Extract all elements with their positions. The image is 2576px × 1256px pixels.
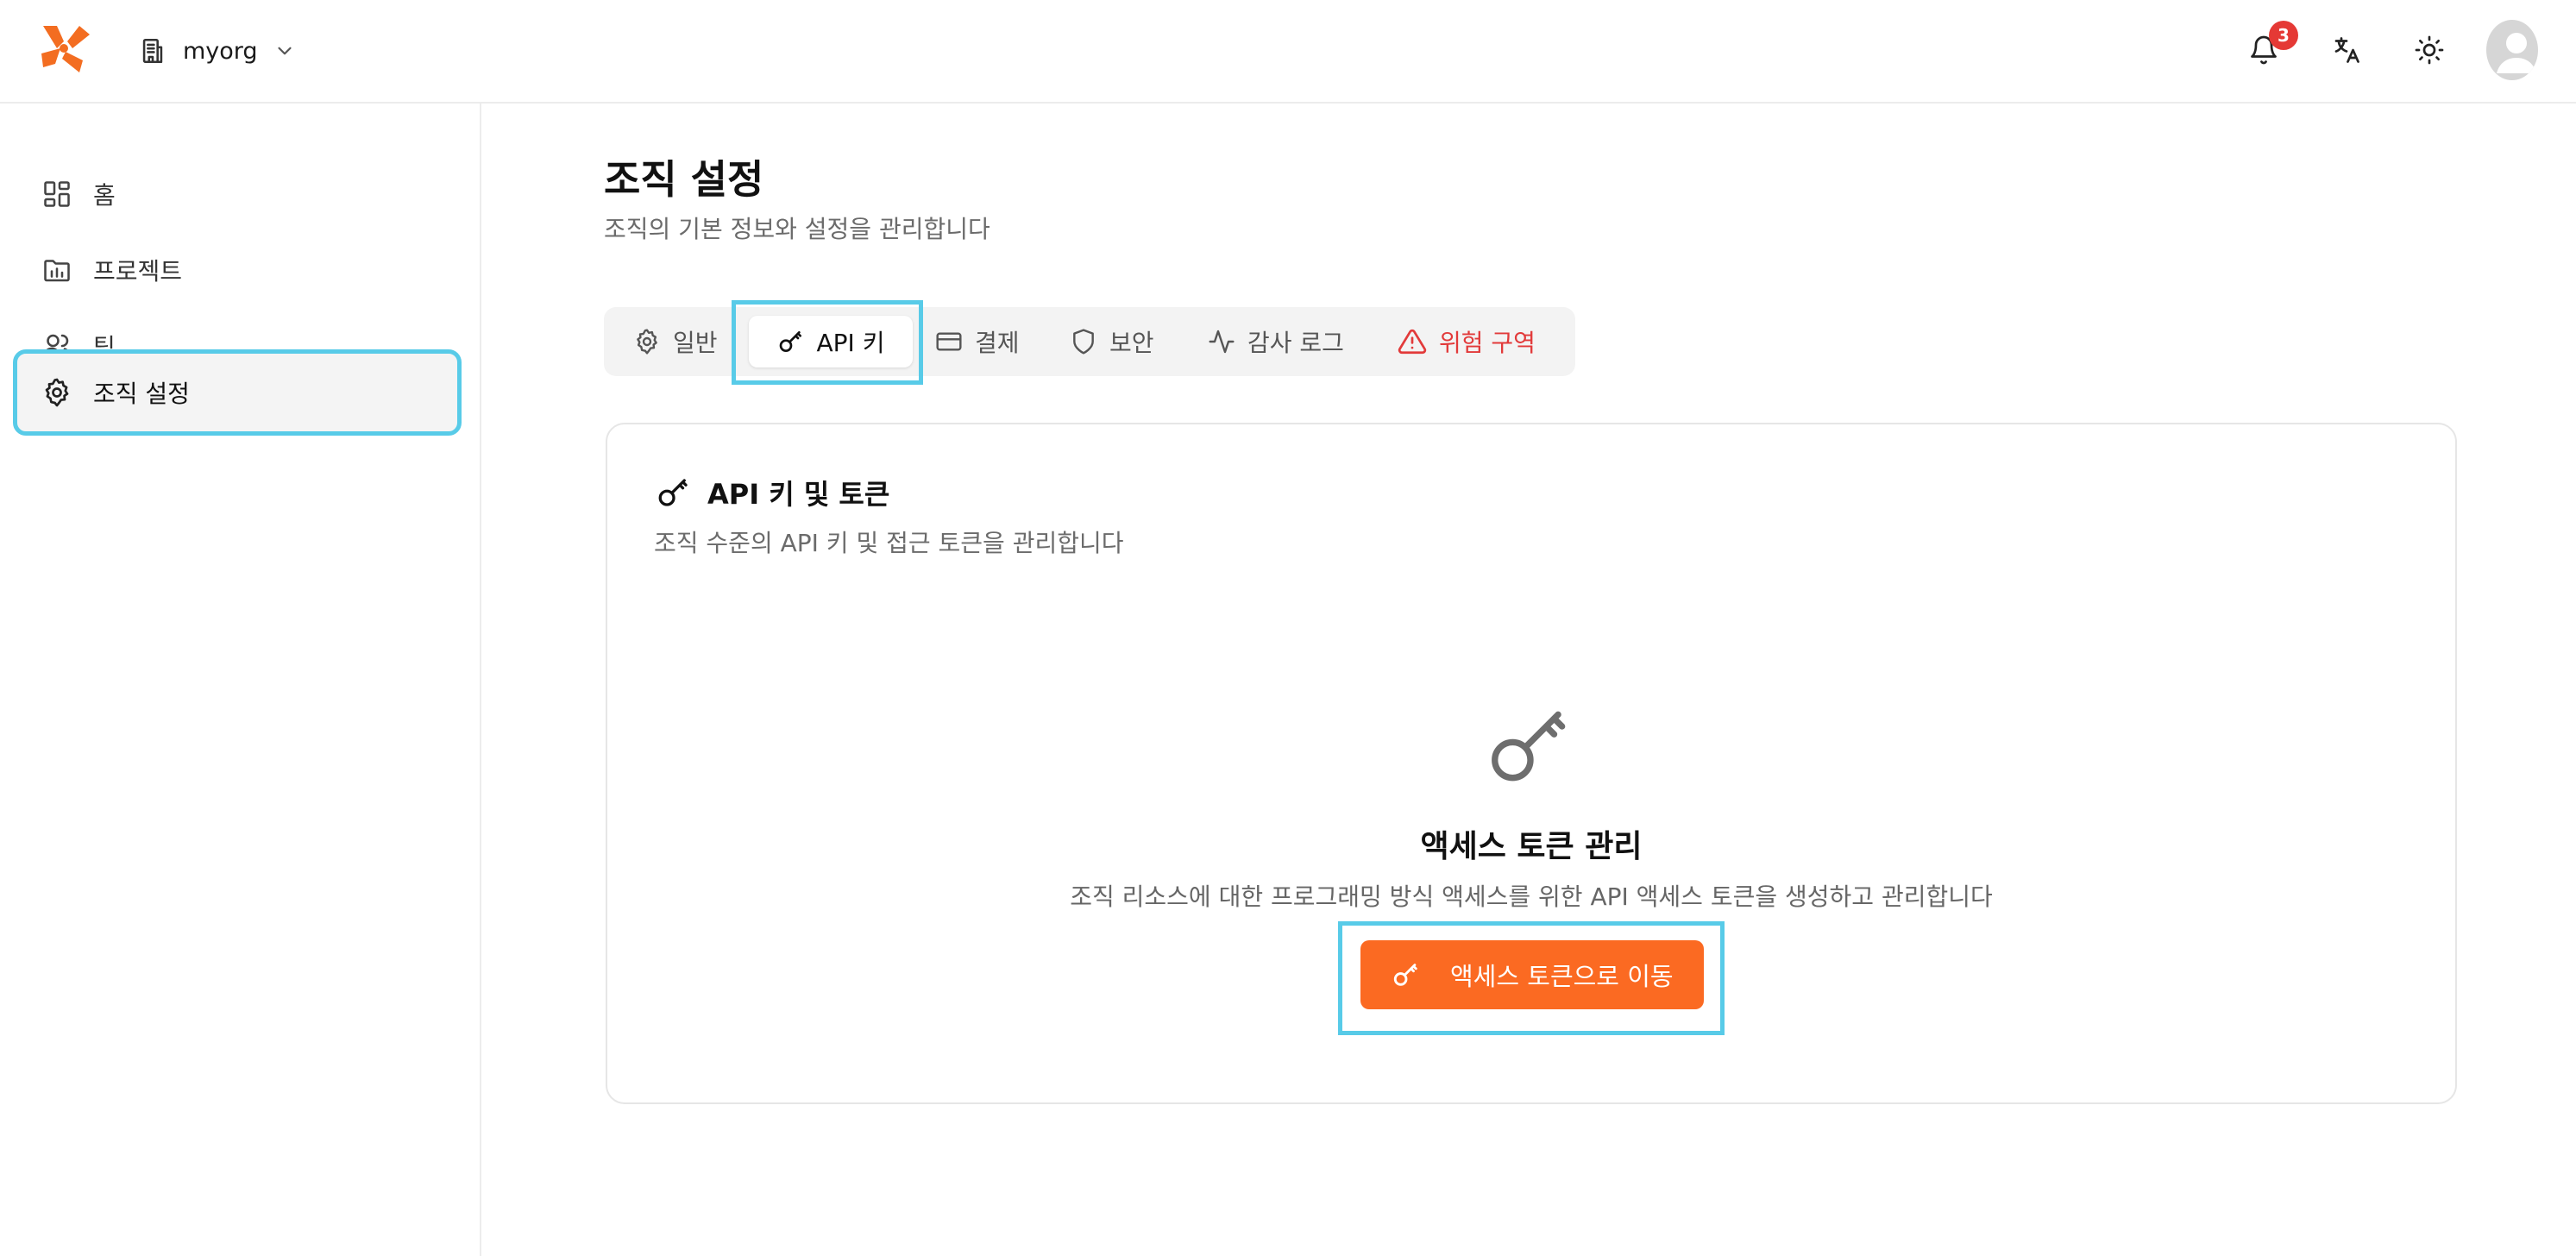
- gear-icon: [41, 377, 72, 408]
- key-icon: [1392, 960, 1421, 989]
- sidebar-item-projects[interactable]: 프로젝트: [17, 231, 457, 309]
- card-header: API 키 및 토큰: [656, 473, 889, 512]
- empty-state-title: 액세스 토큰 관리: [1420, 829, 1643, 864]
- sun-icon: [2414, 35, 2445, 66]
- credit-card-icon: [935, 328, 963, 355]
- org-switcher[interactable]: myorg: [138, 31, 296, 71]
- translate-icon: [2331, 35, 2362, 66]
- key-icon: [1483, 699, 1578, 794]
- sidebar-item-home[interactable]: 홈: [17, 155, 457, 233]
- tab-general[interactable]: 일반: [633, 316, 718, 367]
- tab-label: 감사 로그: [1247, 329, 1344, 357]
- key-icon: [777, 328, 805, 355]
- folder-icon: [41, 254, 72, 286]
- tab-label: 결제: [975, 329, 1020, 357]
- org-name: myorg: [183, 37, 258, 65]
- empty-state-description: 조직 리소스에 대한 프로그래밍 방식 액세스를 위한 API 액세스 토큰을 …: [1070, 882, 1993, 911]
- user-menu-button[interactable]: [2486, 20, 2538, 80]
- button-label: 액세스 토큰으로 이동: [1450, 962, 1674, 991]
- notifications-button[interactable]: 3: [2238, 21, 2298, 76]
- shield-icon: [1070, 328, 1097, 355]
- api-keys-card: API 키 및 토큰 조직 수준의 API 키 및 접근 토큰을 관리합니다 액…: [606, 423, 2457, 1104]
- building-icon: [138, 36, 167, 66]
- go-to-access-tokens-button[interactable]: 액세스 토큰으로 이동: [1360, 940, 1704, 1009]
- header-actions: 3: [2207, 19, 2538, 81]
- sidebar: 홈 프로젝트 팀 조직 설정: [0, 104, 481, 1256]
- activity-icon: [1208, 328, 1235, 355]
- sidebar-item-label: 홈: [93, 181, 116, 210]
- sidebar-item-org-settings[interactable]: 조직 설정: [13, 349, 462, 436]
- tab-label: API 키: [816, 329, 885, 357]
- tab-security[interactable]: 보안: [1070, 316, 1154, 367]
- chevron-down-icon: [273, 40, 296, 62]
- sidebar-item-label: 조직 설정: [93, 380, 190, 408]
- card-title: API 키 및 토큰: [707, 478, 890, 511]
- gear-icon: [633, 328, 661, 355]
- tab-billing[interactable]: 결제: [935, 316, 1020, 367]
- theme-toggle-button[interactable]: [2403, 24, 2455, 76]
- notification-badge: 3: [2269, 21, 2298, 50]
- dashboard-icon: [41, 179, 72, 210]
- tab-api-keys[interactable]: API 키: [749, 316, 913, 367]
- tab-label: 위험 구역: [1439, 329, 1536, 357]
- tab-label: 보안: [1109, 329, 1154, 357]
- tab-label: 일반: [673, 329, 718, 357]
- logo-icon[interactable]: [38, 22, 91, 76]
- settings-tabs: 일반 API 키 결제 보안 감사 로그 위험 구역: [604, 307, 1575, 376]
- warning-icon: [1398, 327, 1427, 356]
- key-icon: [656, 474, 692, 511]
- avatar: [2486, 20, 2538, 80]
- language-button[interactable]: [2321, 24, 2372, 76]
- sidebar-item-label: 프로젝트: [93, 257, 183, 286]
- tab-audit-log[interactable]: 감사 로그: [1208, 316, 1344, 367]
- tab-danger-zone[interactable]: 위험 구역: [1398, 316, 1536, 367]
- page-subtitle: 조직의 기본 정보와 설정을 관리합니다: [604, 215, 990, 243]
- card-subtitle: 조직 수준의 API 키 및 접근 토큰을 관리합니다: [654, 529, 1124, 557]
- top-bar: myorg 3: [0, 0, 2576, 104]
- page-title: 조직 설정: [604, 156, 764, 203]
